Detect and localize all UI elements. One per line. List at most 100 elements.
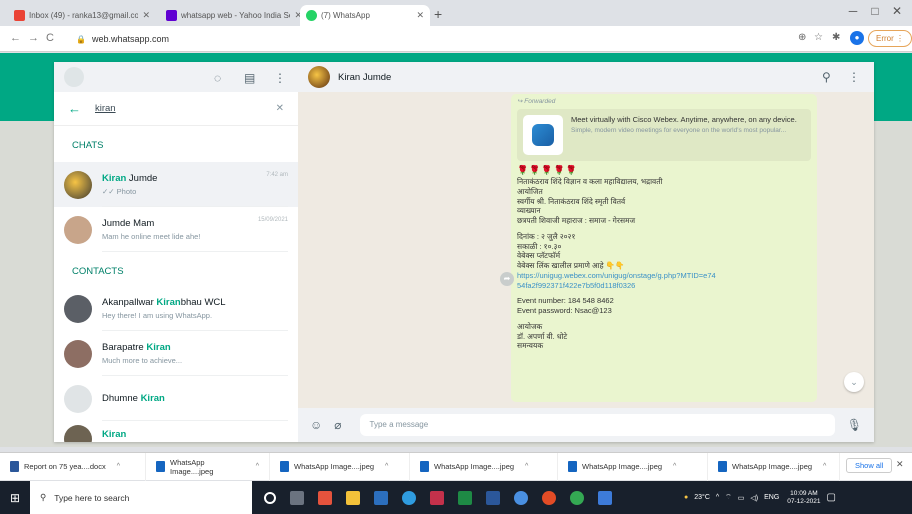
file-explorer-icon[interactable] bbox=[346, 490, 360, 505]
section-chats: CHATS bbox=[54, 126, 298, 162]
emoji-icon[interactable]: ☺ bbox=[310, 418, 322, 432]
tab-yahoo[interactable]: whatsapp web - Yahoo India Sea ✕ bbox=[160, 5, 308, 26]
my-avatar[interactable] bbox=[64, 67, 84, 87]
download-item[interactable]: WhatsApp Image....jpeg ^ bbox=[558, 452, 708, 481]
conversation-header[interactable]: Kiran Jumde ⚲ ⋮ bbox=[298, 62, 874, 92]
clock[interactable]: 10:09 AM 07-12-2021 bbox=[787, 490, 820, 506]
browser-app-icon[interactable] bbox=[542, 490, 556, 505]
chevron-up-icon[interactable]: ^ bbox=[385, 463, 388, 470]
message-line: आयोजक bbox=[517, 321, 543, 331]
network-icon[interactable]: ⌔ bbox=[725, 493, 732, 502]
close-shelf-icon[interactable]: ✕ bbox=[896, 459, 904, 470]
menu-icon[interactable]: ⋮ bbox=[848, 70, 860, 84]
chevron-up-icon[interactable]: ^ bbox=[673, 463, 676, 470]
error-button[interactable]: Error ⋮ bbox=[868, 30, 912, 47]
office-icon[interactable] bbox=[318, 490, 332, 505]
maximize-button[interactable]: □ bbox=[864, 4, 886, 18]
link-preview[interactable]: Meet virtually with Cisco Webex. Anytime… bbox=[517, 109, 811, 162]
cortana-icon[interactable] bbox=[264, 491, 276, 504]
system-tray: ● 23°C ^ ⌔ ▭ ◁) ENG 10:09 AM 07-12-2021 … bbox=[684, 489, 836, 506]
windows-start-icon[interactable]: ⊞ bbox=[0, 481, 30, 514]
message-line: व्याख्यान bbox=[517, 206, 541, 216]
chevron-up-icon[interactable]: ^ bbox=[256, 463, 259, 470]
event-password: Event password: Nsac@123 bbox=[517, 306, 612, 316]
contact-row[interactable]: Akanpallwar Kiranbhau WCL Hey there! I a… bbox=[54, 286, 298, 331]
image-file-icon bbox=[280, 461, 289, 472]
message-line: निताकंठराव शिंदे विज्ञान व कला महाविद्या… bbox=[517, 177, 663, 187]
contact-name[interactable]: Kiran Jumde bbox=[338, 72, 391, 83]
close-icon[interactable]: ✕ bbox=[416, 10, 424, 21]
avatar bbox=[64, 294, 92, 323]
star-icon[interactable]: ☆ bbox=[814, 32, 823, 43]
task-view-icon[interactable] bbox=[290, 490, 304, 505]
microphone-icon[interactable]: 🎙 bbox=[847, 418, 862, 432]
battery-icon[interactable]: ▭ bbox=[738, 494, 745, 502]
message-line: समन्वयक bbox=[517, 341, 544, 351]
edge-icon[interactable] bbox=[402, 490, 416, 505]
avatar bbox=[64, 425, 92, 442]
search-input[interactable]: kiran bbox=[95, 103, 276, 114]
extensions-icon[interactable]: ✱ bbox=[832, 32, 840, 43]
image-file-icon bbox=[568, 461, 577, 472]
notifications-icon[interactable]: ▢ bbox=[827, 492, 836, 503]
taskbar-search[interactable]: ⚲ Type here to search bbox=[30, 481, 252, 514]
url-bar[interactable]: 🔒 web.whatsapp.com bbox=[76, 30, 776, 48]
store-icon[interactable] bbox=[374, 490, 388, 505]
scroll-down-button[interactable]: ⌄ bbox=[844, 372, 864, 392]
chevron-up-icon[interactable]: ^ bbox=[525, 463, 528, 470]
download-item[interactable]: Report on 75 yea....docx ^ bbox=[0, 452, 146, 481]
clear-search-icon[interactable]: ✕ bbox=[276, 103, 284, 114]
contact-row[interactable]: Barapatre Kiran Much more to achieve... bbox=[54, 331, 298, 376]
chat-row-kiran-jumde[interactable]: Kiran Jumde ✓✓ Photo 7:42 am bbox=[54, 162, 298, 207]
message-line: सकाळी : १०.३० bbox=[517, 241, 562, 251]
image-file-icon bbox=[156, 461, 165, 472]
settings-app-icon[interactable] bbox=[514, 490, 528, 505]
search-icon[interactable]: ⚲ bbox=[822, 70, 831, 84]
download-shelf: Report on 75 yea....docx ^ WhatsApp Imag… bbox=[0, 452, 912, 481]
download-item[interactable]: WhatsApp Image....jpeg ^ bbox=[270, 452, 410, 481]
download-item[interactable]: WhatsApp Image....jpeg ^ bbox=[708, 452, 840, 481]
menu-icon[interactable]: ⋮ bbox=[274, 71, 286, 85]
back-arrow-icon[interactable]: ← bbox=[68, 101, 81, 116]
forward-message-icon[interactable]: ➦ bbox=[500, 272, 514, 286]
reload-icon[interactable]: C bbox=[46, 32, 54, 44]
download-item[interactable]: WhatsApp Image....jpeg ^ bbox=[410, 452, 558, 481]
forward-icon[interactable]: → bbox=[28, 32, 39, 44]
chat-row-jumde-mam[interactable]: Jumde Mam Mam he online meet lide ahe! 1… bbox=[54, 207, 298, 252]
back-icon[interactable]: ← bbox=[10, 32, 21, 44]
volume-icon[interactable]: ◁) bbox=[750, 494, 758, 502]
avatar bbox=[64, 170, 92, 199]
word-icon[interactable] bbox=[486, 490, 500, 505]
download-item[interactable]: WhatsApp Image....jpeg ^ bbox=[146, 452, 270, 481]
new-tab-button[interactable]: + bbox=[434, 6, 442, 22]
message-input[interactable]: Type a message bbox=[359, 414, 835, 436]
chevron-up-icon[interactable]: ^ bbox=[117, 463, 120, 470]
install-icon[interactable]: ⊕ bbox=[798, 32, 806, 43]
gmail-icon bbox=[14, 10, 25, 21]
excel-icon[interactable] bbox=[458, 490, 472, 505]
yahoo-icon bbox=[166, 10, 177, 21]
profile-avatar[interactable]: ● bbox=[850, 31, 864, 45]
status-icon[interactable]: ◌ bbox=[214, 71, 221, 85]
tab-gmail[interactable]: Inbox (49) - ranka13@gmail.com ✕ bbox=[8, 5, 156, 26]
contact-row[interactable]: Kiran bbox=[54, 421, 298, 442]
contact-row[interactable]: Dhumne Kiran bbox=[54, 376, 298, 421]
close-icon[interactable]: ✕ bbox=[142, 10, 150, 21]
attach-icon[interactable]: ⌀ bbox=[334, 418, 341, 432]
avatar bbox=[64, 384, 92, 413]
show-all-button[interactable]: Show all bbox=[846, 458, 893, 473]
chrome-icon[interactable] bbox=[570, 490, 584, 505]
new-chat-icon[interactable]: ▤ bbox=[244, 71, 255, 85]
close-window-button[interactable]: ✕ bbox=[886, 4, 908, 18]
message-bubble[interactable]: ↪ Forwarded Meet virtually with Cisco We… bbox=[511, 94, 817, 402]
chevron-up-icon[interactable]: ^ bbox=[716, 494, 719, 501]
contact-avatar[interactable] bbox=[308, 66, 330, 88]
onenote-icon[interactable] bbox=[430, 490, 444, 505]
word-file-icon bbox=[10, 461, 19, 472]
chevron-up-icon[interactable]: ^ bbox=[823, 463, 826, 470]
tab-whatsapp[interactable]: (7) WhatsApp ✕ bbox=[300, 5, 430, 26]
minimize-button[interactable]: ─ bbox=[842, 4, 864, 18]
sidebar-header: ◌ ▤ ⋮ bbox=[54, 62, 298, 92]
photos-icon[interactable] bbox=[598, 490, 612, 505]
webex-link[interactable]: https://unigug.webex.com/unigug/onstage/… bbox=[517, 271, 717, 291]
